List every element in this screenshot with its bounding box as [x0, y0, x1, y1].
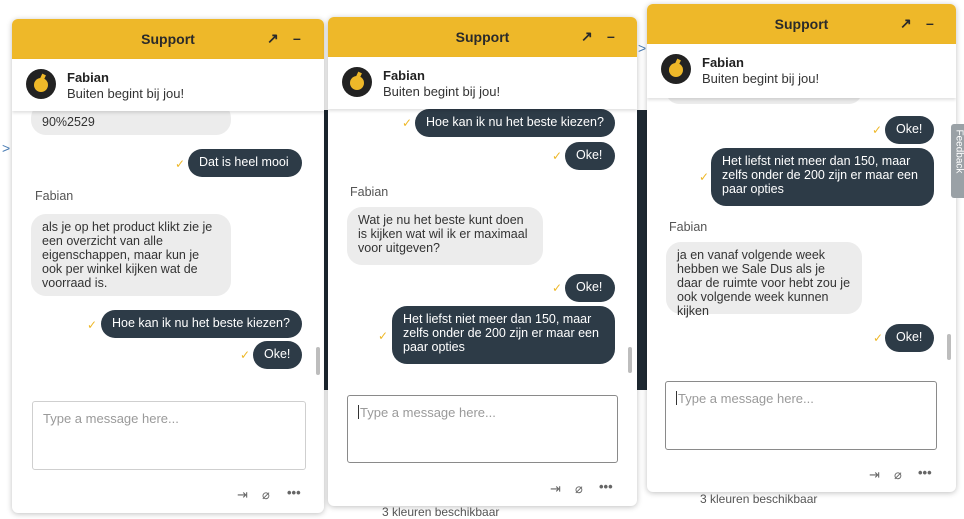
message-incoming: Wat je nu het beste kunt doen is kijken … — [347, 207, 543, 265]
text-cursor — [676, 391, 677, 405]
message-list[interactable]: ✓ Oke! ✓ Het liefst niet meer dan 150, m… — [647, 98, 956, 368]
checkmark-icon: ✓ — [240, 348, 250, 362]
avatar — [342, 67, 372, 97]
message-outgoing: Dat is heel mooi — [188, 149, 302, 177]
exit-icon[interactable]: ⇥ — [237, 487, 248, 503]
message-input[interactable]: Type a message here... — [347, 395, 618, 463]
minimize-icon[interactable]: – — [926, 15, 934, 31]
message-outgoing: Hoe kan ik nu het beste kiezen? — [101, 310, 302, 338]
checkmark-icon: ✓ — [402, 116, 412, 130]
checkmark-icon: ✓ — [552, 149, 562, 163]
minimize-icon[interactable]: – — [293, 30, 301, 46]
chat-widget: Support ↗ – Fabian Buiten begint bij jou… — [647, 4, 956, 492]
chat-widget: Support ↗ – Fabian Buiten begint bij jou… — [328, 17, 637, 506]
agent-subtitle: Buiten begint bij jou! — [67, 86, 184, 101]
message-outgoing: Hoe kan ik nu het beste kiezen? — [415, 109, 615, 137]
chat-title: Support — [141, 31, 195, 47]
background-fragment: > — [2, 140, 10, 156]
message-incoming: 90%2529 — [31, 111, 231, 135]
paperclip-icon[interactable]: ⌀ — [262, 487, 270, 503]
input-placeholder: Type a message here... — [43, 411, 179, 426]
message-outgoing: Oke! — [565, 142, 615, 170]
message-incoming: ja en vanaf volgende week hebben we Sale… — [666, 242, 862, 314]
background-dark-strip — [637, 110, 647, 390]
chat-header: Support ↗ – — [12, 19, 324, 59]
sender-name: Fabian — [35, 189, 73, 203]
agent-name: Fabian — [383, 68, 425, 83]
background-stock-text: 3 kleuren beschikbaar — [382, 505, 499, 519]
expand-icon[interactable]: ↗ — [900, 15, 912, 32]
checkmark-icon: ✓ — [872, 123, 882, 137]
exit-icon[interactable]: ⇥ — [550, 481, 561, 497]
paperclip-icon[interactable]: ⌀ — [575, 481, 583, 497]
exit-icon[interactable]: ⇥ — [869, 467, 880, 483]
checkmark-icon: ✓ — [378, 329, 388, 343]
scrollbar[interactable] — [316, 347, 320, 375]
expand-icon[interactable]: ↗ — [581, 28, 593, 45]
minimize-icon[interactable]: – — [607, 28, 615, 44]
message-outgoing: Oke! — [565, 274, 615, 302]
background-fragment: > — [638, 40, 646, 56]
agent-subtitle: Buiten begint bij jou! — [383, 84, 500, 99]
agent-info: Fabian Buiten begint bij jou! — [328, 57, 637, 109]
avatar — [661, 54, 691, 84]
agent-info: Fabian Buiten begint bij jou! — [647, 44, 956, 98]
chat-widget: Support ↗ – Fabian Buiten begint bij jou… — [12, 19, 324, 513]
more-options-icon[interactable]: ••• — [918, 465, 932, 480]
message-input[interactable]: Type a message here... — [665, 381, 937, 450]
agent-name: Fabian — [67, 70, 109, 85]
input-placeholder: Type a message here... — [360, 405, 496, 420]
more-options-icon[interactable]: ••• — [599, 479, 613, 494]
agent-subtitle: Buiten begint bij jou! — [702, 71, 819, 86]
checkmark-icon: ✓ — [699, 170, 709, 184]
chat-header: Support ↗ – — [328, 17, 637, 57]
input-placeholder: Type a message here... — [678, 391, 814, 406]
message-incoming: als je op het product klikt zie je een o… — [31, 214, 231, 296]
message-outgoing: Oke! — [253, 341, 302, 369]
message-input[interactable]: Type a message here... — [32, 401, 306, 470]
more-options-icon[interactable]: ••• — [287, 485, 301, 500]
message-outgoing: Oke! — [885, 324, 934, 352]
message-outgoing: Het liefst niet meer dan 150, maar zelfs… — [711, 148, 934, 206]
feedback-tab[interactable]: Feedback — [951, 124, 964, 198]
feedback-label: Feedback — [954, 130, 964, 190]
text-cursor — [358, 405, 359, 419]
agent-info: Fabian Buiten begint bij jou! — [12, 59, 324, 111]
sender-name: Fabian — [350, 185, 388, 199]
background-stock-text: 3 kleuren beschikbaar — [700, 492, 817, 506]
paperclip-icon[interactable]: ⌀ — [894, 467, 902, 483]
agent-name: Fabian — [702, 55, 744, 70]
scrollbar[interactable] — [947, 334, 951, 360]
message-incoming — [666, 98, 862, 104]
checkmark-icon: ✓ — [873, 331, 883, 345]
message-list[interactable]: 90%2529 ✓ Dat is heel mooi Fabian als je… — [12, 111, 324, 389]
expand-icon[interactable]: ↗ — [267, 30, 279, 47]
checkmark-icon: ✓ — [175, 157, 185, 171]
message-outgoing: Het liefst niet meer dan 150, maar zelfs… — [392, 306, 615, 364]
message-list[interactable]: ✓ Hoe kan ik nu het beste kiezen? ✓ Oke!… — [328, 109, 637, 379]
checkmark-icon: ✓ — [552, 281, 562, 295]
checkmark-icon: ✓ — [87, 318, 97, 332]
scrollbar[interactable] — [628, 347, 632, 373]
chat-title: Support — [775, 16, 829, 32]
chat-header: Support ↗ – — [647, 4, 956, 44]
avatar — [26, 69, 56, 99]
chat-title: Support — [456, 29, 510, 45]
sender-name: Fabian — [669, 220, 707, 234]
message-outgoing: Oke! — [885, 116, 934, 144]
